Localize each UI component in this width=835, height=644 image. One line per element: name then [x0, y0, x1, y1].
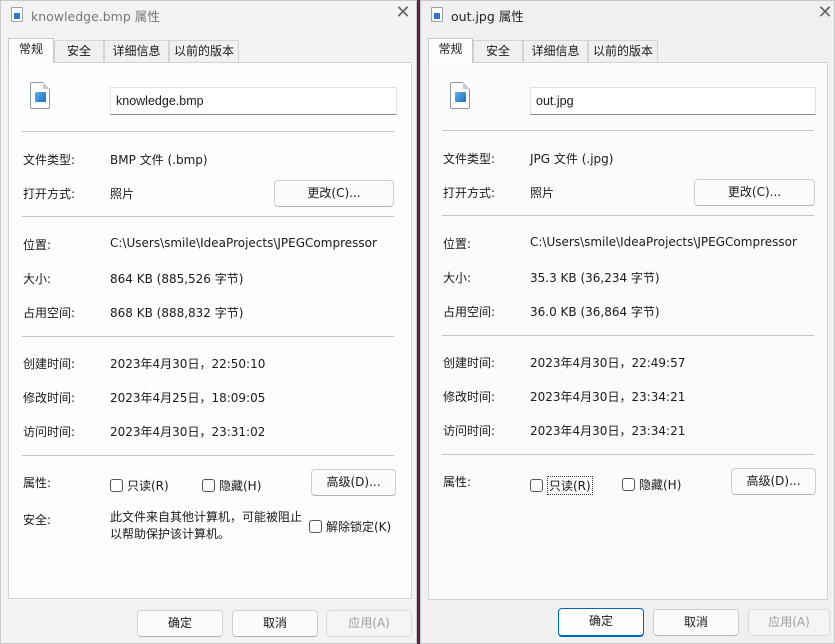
apply-button[interactable]: 应用(A)	[748, 609, 830, 636]
readonly-checkbox-label: 只读(R)	[127, 479, 169, 493]
size-on-disk-value: 868 KB (888,832 字节)	[110, 306, 244, 320]
readonly-checkbox[interactable]: 只读(R)	[530, 476, 593, 495]
image-file-icon	[450, 82, 470, 109]
file-type-value: JPG 文件 (.jpg)	[530, 152, 614, 166]
checkbox-box[interactable]	[622, 478, 635, 491]
unblock-checkbox-label: 解除锁定(K)	[326, 520, 392, 534]
tab-security[interactable]: 安全	[54, 40, 104, 63]
divider	[442, 335, 814, 336]
title-bar[interactable]: out.jpg 属性 ✕	[421, 1, 834, 33]
created-label: 创建时间:	[443, 356, 496, 370]
file-type-value: BMP 文件 (.bmp)	[110, 153, 208, 167]
tab-details[interactable]: 详细信息	[104, 40, 169, 63]
accessed-value: 2023年4月30日，23:31:02	[110, 425, 266, 439]
divider	[442, 130, 814, 131]
advanced-button[interactable]: 高级(D)...	[731, 468, 816, 495]
security-label: 安全:	[23, 513, 52, 527]
attributes-label: 属性:	[443, 475, 472, 489]
opens-with-label: 打开方式:	[23, 187, 76, 201]
file-type-label: 文件类型:	[23, 153, 76, 167]
change-button[interactable]: 更改(C)...	[274, 180, 394, 207]
unblock-checkbox[interactable]: 解除锁定(K)	[309, 518, 391, 535]
ok-button[interactable]: 确定	[137, 610, 223, 637]
tab-general[interactable]: 常规	[8, 38, 54, 63]
properties-dialog-out-jpg: out.jpg 属性 ✕ 常规 安全 详细信息 以前的版本 文件类型: JPG …	[420, 0, 835, 644]
security-warning-text: 此文件来自其他计算机，可能被阻止以帮助保护该计算机。	[110, 510, 303, 541]
size-on-disk-value: 36.0 KB (36,864 字节)	[530, 305, 660, 319]
created-label: 创建时间:	[23, 357, 76, 371]
readonly-checkbox[interactable]: 只读(R)	[110, 477, 169, 494]
tab-general[interactable]: 常规	[428, 38, 473, 63]
close-icon[interactable]: ✕	[394, 4, 412, 22]
cancel-button[interactable]: 取消	[232, 610, 318, 637]
hidden-checkbox[interactable]: 隐藏(H)	[202, 477, 261, 494]
tab-security[interactable]: 安全	[473, 40, 523, 63]
tab-details[interactable]: 详细信息	[523, 40, 588, 63]
image-file-icon	[11, 7, 23, 22]
cancel-button[interactable]: 取消	[653, 609, 739, 636]
divider	[22, 131, 394, 132]
hidden-checkbox-label: 隐藏(H)	[219, 479, 262, 493]
tab-previous-versions[interactable]: 以前的版本	[588, 40, 658, 63]
accessed-label: 访问时间:	[23, 425, 76, 439]
advanced-button[interactable]: 高级(D)...	[311, 469, 396, 496]
location-value: C:\Users\smile\IdeaProjects\JPEGCompress…	[110, 236, 377, 250]
attributes-label: 属性:	[23, 476, 52, 490]
image-file-icon	[30, 82, 50, 109]
location-value: C:\Users\smile\IdeaProjects\JPEGCompress…	[530, 235, 797, 249]
window-title: knowledge.bmp 属性	[31, 9, 160, 24]
hidden-checkbox[interactable]: 隐藏(H)	[622, 476, 681, 493]
checkbox-box[interactable]	[309, 520, 322, 533]
file-name-input[interactable]	[530, 87, 816, 115]
divider	[22, 455, 394, 456]
file-type-label: 文件类型:	[443, 152, 496, 166]
ok-button[interactable]: 确定	[558, 608, 644, 637]
modified-label: 修改时间:	[443, 390, 496, 404]
hidden-checkbox-label: 隐藏(H)	[639, 478, 682, 492]
opens-with-label: 打开方式:	[443, 186, 496, 200]
checkbox-box[interactable]	[530, 479, 543, 492]
size-label: 大小:	[23, 272, 52, 286]
created-value: 2023年4月30日，22:50:10	[110, 357, 266, 371]
location-label: 位置:	[23, 238, 52, 252]
divider	[442, 454, 814, 455]
close-icon[interactable]: ✕	[816, 4, 834, 22]
file-name-input[interactable]	[110, 87, 397, 115]
size-label: 大小:	[443, 271, 472, 285]
size-value: 864 KB (885,526 字节)	[110, 272, 244, 286]
size-on-disk-label: 占用空间:	[443, 305, 496, 319]
location-label: 位置:	[443, 237, 472, 251]
general-panel: 文件类型: JPG 文件 (.jpg) 打开方式: 照片 更改(C)... 位置…	[428, 62, 828, 600]
divider	[442, 215, 814, 216]
tab-previous-versions[interactable]: 以前的版本	[169, 40, 239, 63]
general-panel: 文件类型: BMP 文件 (.bmp) 打开方式: 照片 更改(C)... 位置…	[8, 62, 412, 599]
opens-with-value: 照片	[110, 187, 135, 201]
divider	[22, 216, 394, 217]
accessed-value: 2023年4月30日，23:34:21	[530, 424, 686, 438]
size-value: 35.3 KB (36,234 字节)	[530, 271, 660, 285]
apply-button[interactable]: 应用(A)	[326, 610, 412, 637]
modified-value: 2023年4月25日，18:09:05	[110, 391, 266, 405]
readonly-checkbox-label: 只读(R)	[547, 476, 593, 495]
window-title: out.jpg 属性	[451, 9, 524, 24]
properties-dialog-knowledge-bmp: knowledge.bmp 属性 ✕ 常规 安全 详细信息 以前的版本 文件类型…	[0, 0, 417, 644]
modified-value: 2023年4月30日，23:34:21	[530, 390, 686, 404]
modified-label: 修改时间:	[23, 391, 76, 405]
title-bar[interactable]: knowledge.bmp 属性 ✕	[1, 1, 416, 33]
change-button[interactable]: 更改(C)...	[694, 179, 815, 206]
checkbox-box[interactable]	[202, 479, 215, 492]
size-on-disk-label: 占用空间:	[23, 306, 76, 320]
opens-with-value: 照片	[530, 186, 555, 200]
divider	[22, 336, 394, 337]
image-file-icon	[431, 7, 443, 22]
accessed-label: 访问时间:	[443, 424, 496, 438]
created-value: 2023年4月30日，22:49:57	[530, 356, 686, 370]
checkbox-box[interactable]	[110, 479, 123, 492]
